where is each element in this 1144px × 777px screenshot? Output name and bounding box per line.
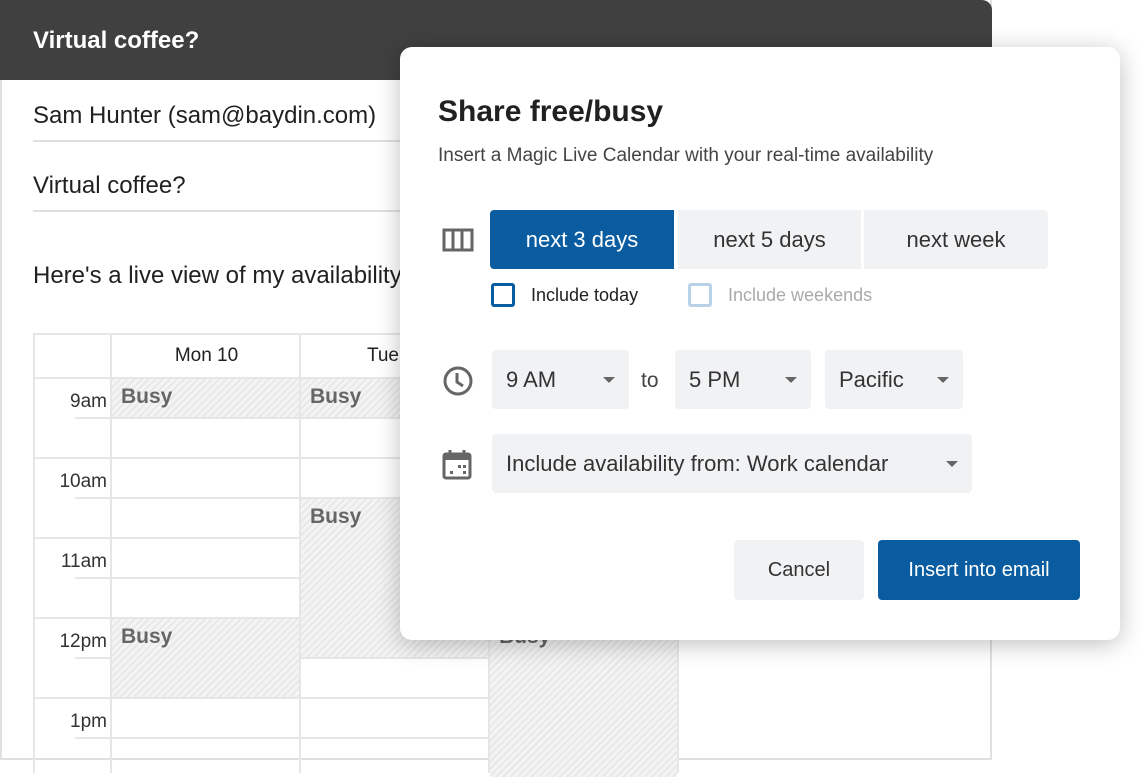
subject-field[interactable]: Virtual coffee? bbox=[33, 172, 433, 212]
time-label: 1pm bbox=[70, 711, 107, 732]
share-free-busy-dialog: Share free/busy Insert a Magic Live Cale… bbox=[400, 47, 1120, 640]
checkbox-box[interactable] bbox=[688, 283, 712, 307]
columns-icon bbox=[442, 228, 474, 252]
clock-icon bbox=[443, 366, 473, 396]
chevron-down-icon bbox=[937, 376, 949, 383]
to-label: to bbox=[641, 369, 659, 392]
email-body-text[interactable]: Here's a live view of my availability bbox=[33, 262, 402, 290]
busy-block: Busy bbox=[490, 619, 677, 777]
checkbox-box[interactable] bbox=[491, 283, 515, 307]
chevron-down-icon bbox=[603, 376, 615, 383]
time-label: 12pm bbox=[59, 631, 107, 652]
time-label: 9am bbox=[70, 391, 107, 412]
availability-source-value: Include availability from: Work calendar bbox=[506, 450, 889, 476]
time-label: 11am bbox=[60, 551, 107, 572]
calendar-icon bbox=[442, 450, 472, 480]
include-today-label: Include today bbox=[531, 284, 639, 305]
day-header: Mon 10 bbox=[174, 345, 239, 366]
busy-block: Busy bbox=[112, 379, 299, 417]
range-next-3-days[interactable]: next 3 days bbox=[490, 210, 674, 269]
cancel-button[interactable]: Cancel bbox=[734, 540, 864, 600]
dialog-title: Share free/busy bbox=[438, 95, 664, 128]
time-label: 10am bbox=[59, 471, 107, 492]
range-next-week[interactable]: next week bbox=[864, 210, 1048, 269]
include-weekends-label: Include weekends bbox=[728, 284, 873, 305]
chevron-down-icon bbox=[946, 460, 958, 467]
to-field[interactable]: Sam Hunter (sam@baydin.com) bbox=[33, 102, 433, 142]
end-time-value: 5 PM bbox=[689, 366, 741, 392]
availability-source-dropdown[interactable]: Include availability from: Work calendar bbox=[492, 434, 972, 493]
timezone-dropdown[interactable]: Pacific bbox=[825, 350, 963, 409]
include-today-checkbox[interactable]: Include today bbox=[491, 283, 638, 307]
timezone-value: Pacific bbox=[839, 366, 904, 392]
chevron-down-icon bbox=[785, 376, 797, 383]
start-time-dropdown[interactable]: 9 AM bbox=[492, 350, 629, 409]
end-time-dropdown[interactable]: 5 PM bbox=[675, 350, 811, 409]
start-time-value: 9 AM bbox=[506, 366, 557, 392]
include-weekends-checkbox[interactable]: Include weekends bbox=[688, 283, 872, 307]
busy-block: Busy bbox=[112, 619, 299, 697]
range-next-5-days[interactable]: next 5 days bbox=[678, 210, 861, 269]
insert-into-email-button[interactable]: Insert into email bbox=[878, 540, 1080, 600]
dialog-subtitle: Insert a Magic Live Calendar with your r… bbox=[438, 145, 934, 166]
